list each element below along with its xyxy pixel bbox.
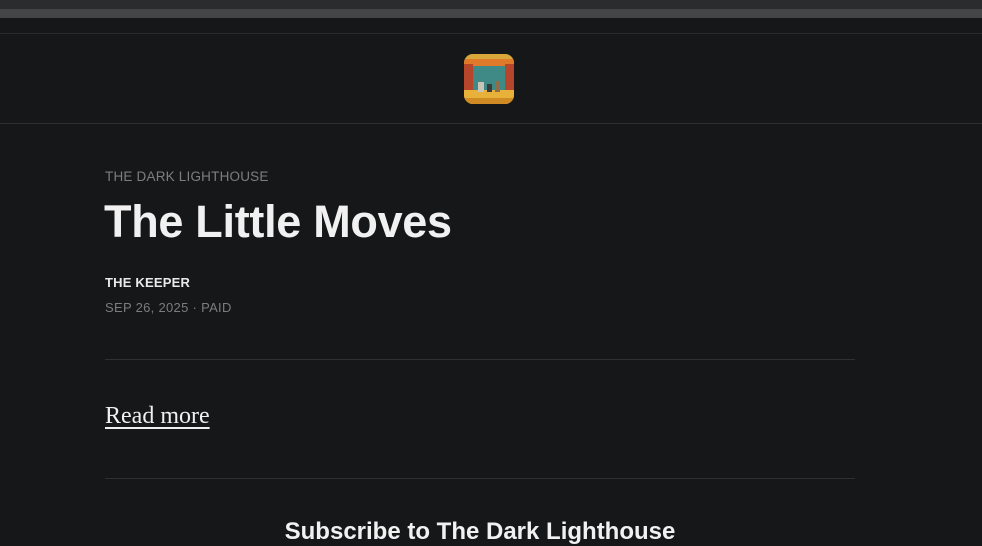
publication-name[interactable]: THE DARK LIGHTHOUSE xyxy=(105,169,269,184)
access-badge: PAID xyxy=(201,300,232,315)
theater-stage-logo-icon[interactable] xyxy=(464,54,514,104)
browser-top-bar xyxy=(0,9,982,18)
post-title: The Little Moves xyxy=(104,196,452,247)
post-author[interactable]: THE KEEPER xyxy=(105,275,190,290)
post-meta: SEP 26, 2025 · PAID xyxy=(105,300,232,315)
post-date: SEP 26, 2025 xyxy=(105,300,189,315)
site-header xyxy=(0,33,982,124)
logo-image xyxy=(464,54,514,104)
meta-separator: · xyxy=(192,300,198,315)
browser-top-strip xyxy=(0,0,982,9)
divider-bottom xyxy=(105,478,855,479)
subscribe-heading: Subscribe to The Dark Lighthouse xyxy=(284,518,676,545)
divider-top xyxy=(105,359,855,360)
read-more-link[interactable]: Read more xyxy=(105,403,210,430)
